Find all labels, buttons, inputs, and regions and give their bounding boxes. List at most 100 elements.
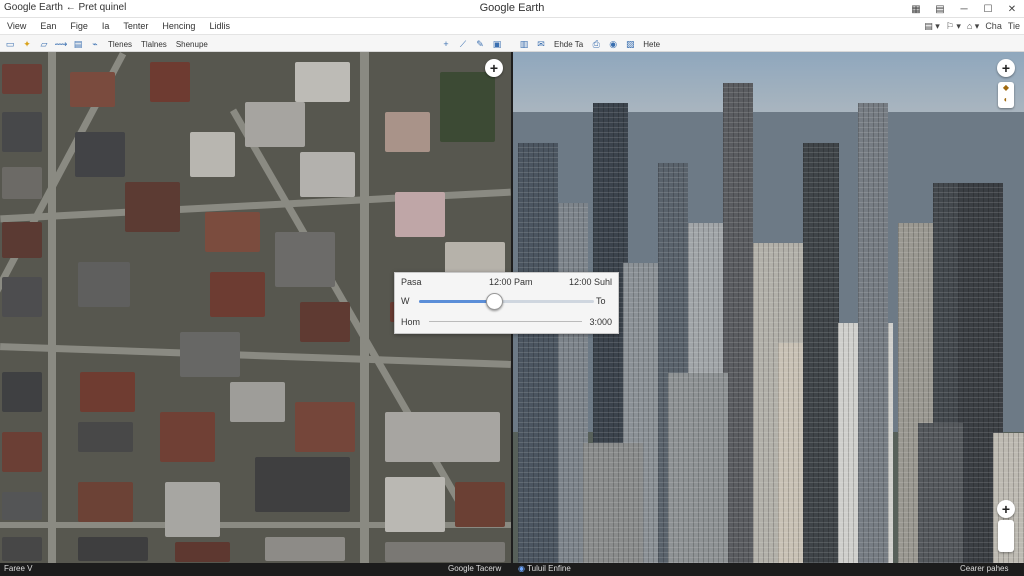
zoom-slider[interactable] [998, 520, 1014, 552]
building [2, 64, 42, 94]
building [160, 412, 215, 462]
image-icon[interactable]: ▨ [624, 38, 636, 50]
slider-left-label: W [401, 296, 410, 306]
add-icon[interactable]: + [440, 38, 452, 50]
minimize-button[interactable]: ─ [952, 0, 976, 18]
tour-icon[interactable]: ⌁ [89, 38, 101, 50]
skyscraper [858, 103, 888, 563]
building [295, 402, 355, 452]
time-mid-label: 12:00 Pam [489, 277, 533, 287]
speed-value: 3:000 [589, 317, 612, 327]
toolbar-hete[interactable]: Hete [641, 40, 662, 49]
status-attribution: Google Tacerw [448, 564, 502, 573]
zoom-control-plus[interactable]: + [997, 500, 1015, 518]
menu-view[interactable]: View [0, 21, 33, 31]
building [190, 132, 235, 177]
menu-bar: View Ean Fige Ia Tenter Hencing Lidlis ▤… [0, 18, 1024, 34]
home-dropdown[interactable]: ⌂ ▾ [967, 21, 979, 32]
toolbar: ▭ ✦ ▱ ⟿ ▤ ⌁ Tlenes Tlalnes Shenupe + ⟋ ✎… [0, 34, 1024, 52]
building [78, 262, 130, 307]
road [360, 52, 369, 563]
menu-ia[interactable]: Ia [95, 21, 117, 31]
status-right: Cearer pahes [960, 564, 1009, 573]
building [80, 372, 135, 412]
building [245, 102, 305, 147]
flag-dropdown[interactable]: ⚐ ▾ [946, 21, 961, 32]
polygon-icon[interactable]: ▱ [38, 38, 50, 50]
building [125, 182, 180, 232]
building [385, 112, 430, 152]
status-right-left: ◉ Tuluil Enfine [518, 564, 571, 573]
path-icon[interactable]: ⟿ [55, 38, 68, 50]
building [2, 537, 42, 561]
menu-tenter[interactable]: Tenter [116, 21, 155, 31]
placemark-icon[interactable]: ✦ [21, 38, 33, 50]
menu-edit[interactable]: Ean [33, 21, 63, 31]
building [205, 212, 260, 252]
zoom-in-button-right[interactable]: + [997, 59, 1015, 77]
toolbar-left-group: ▭ ✦ ▱ ⟿ ▤ ⌁ Tlenes Tlalnes Shenupe [4, 35, 210, 53]
slider-right-label: To [596, 296, 606, 306]
navigation-control[interactable]: ◆ ◐ [998, 82, 1014, 108]
print-icon[interactable]: ⎙ [590, 38, 602, 50]
time-slider-thumb[interactable] [486, 293, 504, 310]
window-controls: ▦ ▤ ─ ☐ ✕ [904, 0, 1024, 18]
speed-slider-track[interactable] [429, 321, 582, 322]
building [180, 332, 240, 377]
menu-cha[interactable]: Cha [985, 21, 1002, 31]
ruler-icon[interactable]: ⟋ [457, 38, 469, 50]
toolbar-shenupe[interactable]: Shenupe [174, 40, 210, 49]
open-icon[interactable]: ▭ [4, 38, 16, 50]
toolbar-right-group: ▥ ✉ Ehde Ta ⎙ ◉ ▨ Hete [518, 35, 662, 53]
building [2, 432, 42, 472]
toolbar-ehde-ta[interactable]: Ehde Ta [552, 40, 585, 49]
close-button[interactable]: ✕ [1000, 0, 1024, 18]
building [2, 167, 42, 199]
building [150, 62, 190, 102]
menu-right-group: ▤ ▾ ⚐ ▾ ⌂ ▾ Cha Tie [924, 18, 1020, 34]
building [275, 232, 335, 287]
building [385, 477, 445, 532]
maximize-button[interactable]: ☐ [976, 0, 1000, 18]
camera-icon[interactable]: ◉ [607, 38, 619, 50]
toolbar-tlenes[interactable]: Tlenes [106, 40, 134, 49]
building [2, 222, 42, 258]
sidebar-icon[interactable]: ▥ [518, 38, 530, 50]
building [255, 457, 350, 512]
view-dropdown[interactable]: ▤ ▾ [924, 21, 940, 32]
building [455, 482, 505, 527]
draw-icon[interactable]: ✎ [474, 38, 486, 50]
building [75, 132, 125, 177]
building [165, 482, 220, 537]
menu-lidlis[interactable]: Lidlis [202, 21, 237, 31]
building [70, 72, 115, 107]
menu-tie[interactable]: Tie [1008, 21, 1020, 31]
menu-hencing[interactable]: Hencing [155, 21, 202, 31]
building [78, 482, 133, 522]
layout-icon[interactable]: ▦ [904, 0, 928, 18]
building [300, 152, 355, 197]
time-slider-track[interactable] [419, 293, 594, 310]
building [175, 542, 230, 562]
building [78, 422, 133, 452]
panel-icon[interactable]: ▤ [928, 0, 952, 18]
overlay-icon[interactable]: ▤ [72, 38, 84, 50]
menu-file[interactable]: Fige [63, 21, 95, 31]
building [395, 192, 445, 237]
building [2, 112, 42, 152]
tilt-icon[interactable]: ◆ [1003, 82, 1009, 94]
toolbar-tlalnes[interactable]: Tlalnes [139, 40, 169, 49]
building [2, 492, 42, 520]
sky [513, 52, 1024, 112]
building [2, 372, 42, 412]
save-icon[interactable]: ▣ [491, 38, 503, 50]
rotate-icon[interactable]: ◐ [1004, 94, 1009, 106]
building [78, 537, 148, 561]
email-icon[interactable]: ✉ [535, 38, 547, 50]
zoom-in-button-left[interactable]: + [485, 59, 503, 77]
time-end-label: 12:00 Suhl [568, 277, 612, 287]
building [300, 302, 350, 342]
road [0, 343, 511, 368]
building [385, 412, 500, 462]
building [918, 423, 963, 563]
